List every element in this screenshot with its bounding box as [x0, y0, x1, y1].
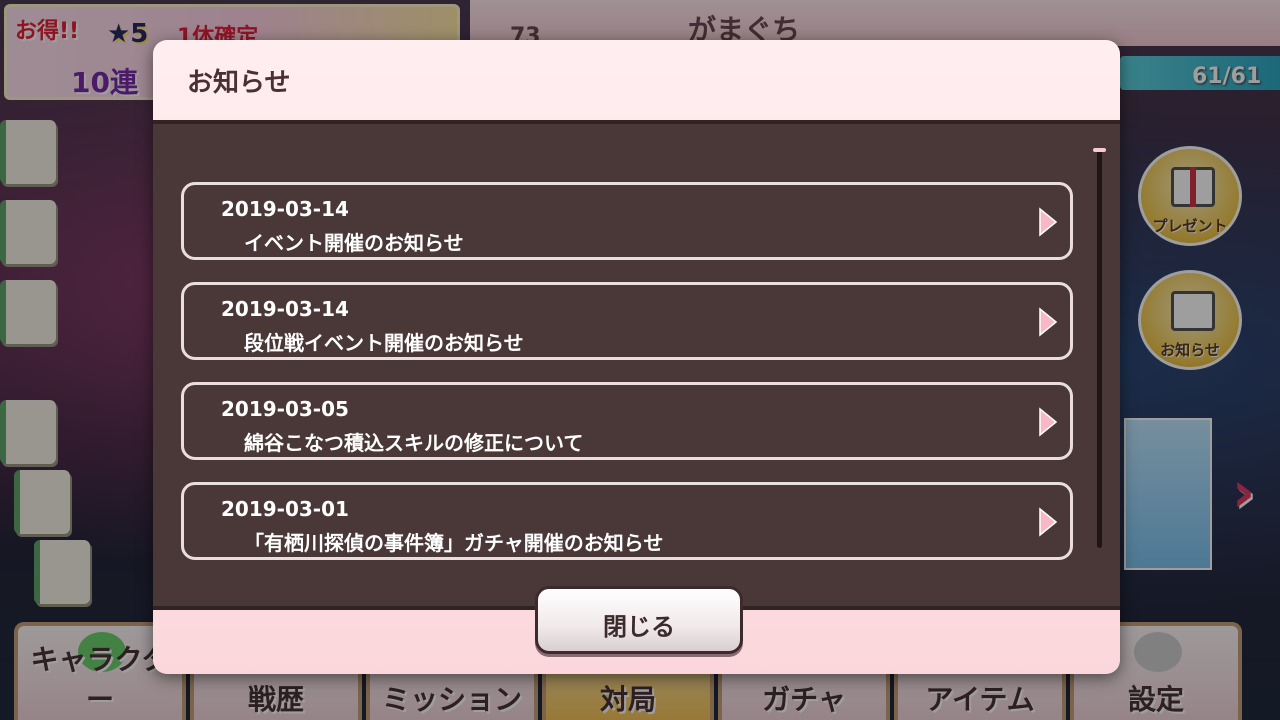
notice-item[interactable]: 2019-03-05 綿谷こなつ積込スキルの修正について — [181, 382, 1073, 460]
notice-list: 2019-03-14 イベント開催のお知らせ 2019-03-14 段位戦イベン… — [181, 182, 1073, 582]
notice-title: 「有栖川探偵の事件簿」ガチャ開催のお知らせ — [244, 531, 664, 555]
play-arrow-icon — [1039, 207, 1058, 237]
play-arrow-icon — [1039, 307, 1058, 337]
play-arrow-icon — [1039, 407, 1058, 437]
notice-scrollbar[interactable] — [1093, 148, 1106, 548]
notice-list-panel: 2019-03-14 イベント開催のお知らせ 2019-03-14 段位戦イベン… — [153, 120, 1120, 610]
notice-date: 2019-03-01 — [221, 497, 349, 521]
notice-item[interactable]: 2019-03-14 イベント開催のお知らせ — [181, 182, 1073, 260]
dialog-title: お知らせ — [187, 68, 291, 98]
notice-date: 2019-03-05 — [221, 397, 349, 421]
notice-date: 2019-03-14 — [221, 297, 349, 321]
scrollbar-thumb[interactable] — [1093, 148, 1106, 152]
notice-item[interactable]: 2019-03-14 段位戦イベント開催のお知らせ — [181, 282, 1073, 360]
notice-title: 段位戦イベント開催のお知らせ — [244, 331, 524, 355]
play-arrow-icon — [1039, 507, 1058, 537]
notice-dialog: お知らせ 2019-03-14 イベント開催のお知らせ 2019-03-14 段… — [153, 40, 1120, 674]
notice-title: 綿谷こなつ積込スキルの修正について — [244, 431, 584, 455]
notice-date: 2019-03-14 — [221, 197, 349, 221]
notice-title: イベント開催のお知らせ — [244, 231, 464, 255]
notice-item[interactable]: 2019-03-01 「有栖川探偵の事件簿」ガチャ開催のお知らせ — [181, 482, 1073, 560]
close-button[interactable]: 閉じる — [535, 586, 743, 654]
close-button-label: 閉じる — [603, 613, 675, 641]
